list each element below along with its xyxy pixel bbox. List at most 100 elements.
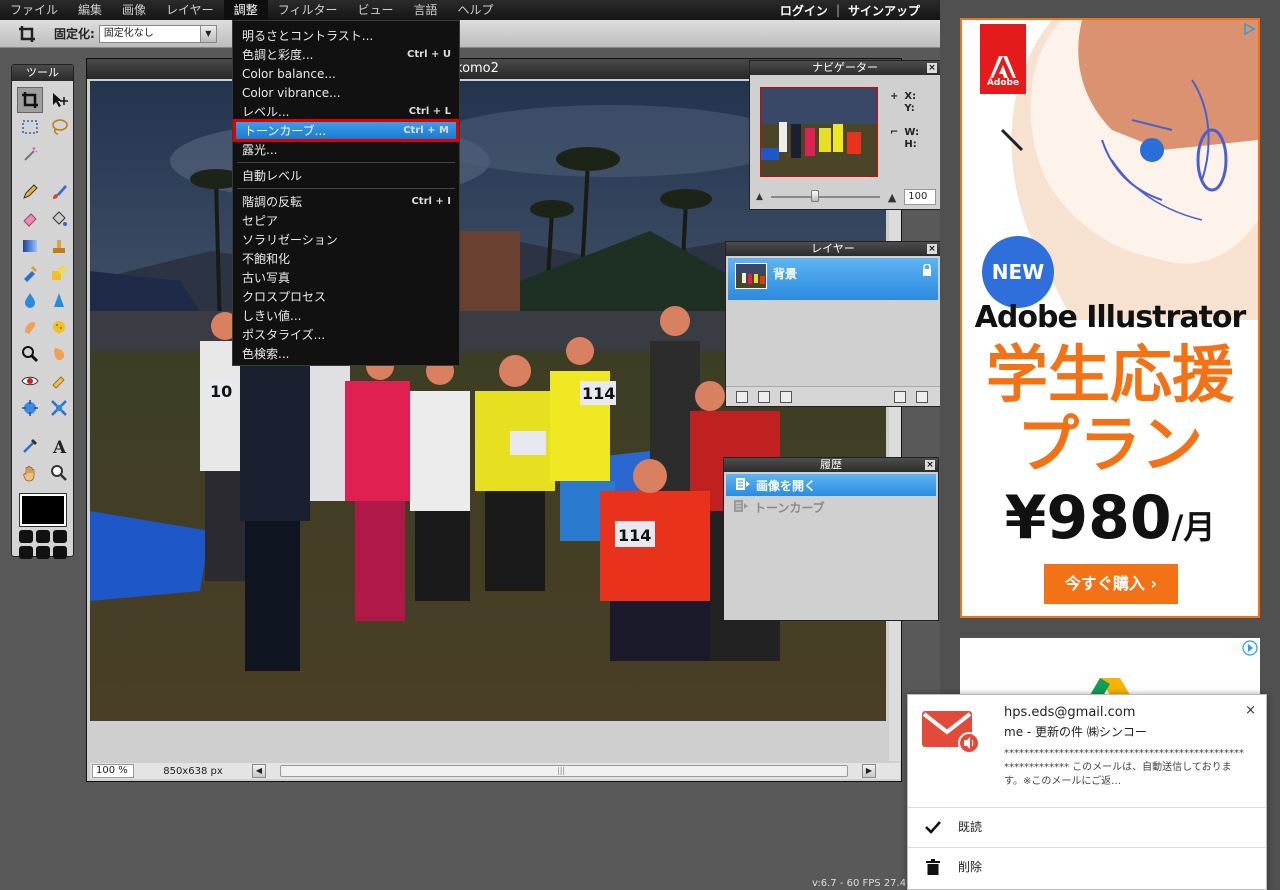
trash-icon[interactable] [916,390,928,403]
sponge-icon[interactable] [46,314,72,340]
zoom-slider[interactable] [770,190,880,202]
layer-settings-icon[interactable] [736,390,748,403]
menu-item-old-photo[interactable]: 古い写真 [233,268,459,287]
spot-heal-icon[interactable] [46,368,72,394]
chevron-down-icon[interactable]: ▼ [199,25,216,42]
color-swatch[interactable] [18,493,67,527]
layers-title[interactable]: レイヤー × [726,242,940,256]
menu-item-solarize[interactable]: ソラリゼーション [233,230,459,249]
sharpen-icon[interactable] [46,287,72,313]
new-layer-icon[interactable] [894,390,906,403]
history-title[interactable]: 履歴 × [724,458,938,472]
zoom-slider-thumb[interactable] [810,190,819,202]
menu-adjust[interactable]: 調整 [223,0,268,20]
drop-icon[interactable] [17,287,43,313]
crop-tool-icon[interactable] [17,87,43,113]
adjust-menu: 明るさとコントラスト... 色調と彩度... Ctrl + U Color bal… [232,20,460,366]
menu-item-curves[interactable]: トーンカーブ... Ctrl + M [233,119,459,142]
close-icon[interactable]: × [927,244,937,254]
close-icon[interactable]: × [927,63,937,73]
shapes-icon[interactable] [46,260,72,286]
hand-icon[interactable] [17,460,43,486]
zoom-input[interactable]: 100 % [92,764,134,778]
bucket-icon[interactable] [46,206,72,232]
stamp-icon[interactable] [46,233,72,259]
replace-color-icon[interactable] [17,260,43,286]
menu-item-hue-saturation[interactable]: 色調と彩度... Ctrl + U [233,45,459,64]
brush-icon[interactable] [46,179,72,205]
marquee-icon[interactable] [17,114,43,140]
eraser-icon[interactable] [17,206,43,232]
bloat-icon[interactable] [17,395,43,421]
ad-headline-1: 学生応援 [985,338,1234,411]
menu-item-brightness-contrast[interactable]: 明るさとコントラスト... [233,26,459,45]
gradient-icon[interactable] [17,233,43,259]
buy-now-button[interactable]: 今すぐ購入 › [1044,564,1178,604]
menu-item-sepia[interactable]: セピア [233,211,459,230]
adchoices-icon[interactable] [1242,22,1256,36]
menu-item-exposure[interactable]: 露光... [233,140,459,159]
eyedropper-icon[interactable] [17,433,43,459]
pinch-icon[interactable] [46,395,72,421]
layer-mask-icon[interactable] [758,390,770,403]
move-icon[interactable] [46,87,72,113]
menu-filter[interactable]: フィルター [268,0,348,20]
signup-link[interactable]: サインアップ [848,2,920,19]
zoom-icon[interactable] [46,460,72,486]
delete-button[interactable]: 削除 [908,847,1266,885]
adchoices-icon[interactable] [1242,640,1258,656]
notification-close-button[interactable]: × [1245,703,1256,718]
smudge-icon[interactable] [17,314,43,340]
menu-item-levels[interactable]: レベル... Ctrl + L [233,102,459,121]
history-item-curves[interactable]: トーンカーブ [724,496,938,518]
menu-item-posterize[interactable]: ポスタライズ... [233,325,459,344]
login-link[interactable]: ログイン [780,2,828,19]
menu-image[interactable]: 画像 [112,0,156,20]
mark-read-button[interactable]: 既読 [908,807,1266,845]
menu-item-auto-levels[interactable]: 自動レベル [233,166,459,185]
crop-icon[interactable] [12,21,42,47]
ad-product: Adobe Illustrator [974,300,1247,335]
menu-item-color-balance[interactable]: Color balance... [233,64,459,83]
layer-row-background[interactable]: 背景 [728,258,938,300]
menu-item-label: トーンカーブ... [244,124,327,138]
dodge-icon[interactable] [46,341,72,367]
menu-item-threshold[interactable]: しきい値... [233,306,459,325]
navigator-title[interactable]: ナビゲーター × [750,61,940,75]
menu-layer[interactable]: レイヤー [156,0,224,20]
menu-file[interactable]: ファイル [0,0,68,20]
scroll-right-icon[interactable]: ▶ [862,764,876,778]
adobe-ad-banner[interactable]: Adobe NEW Adobe Illustrator 学生応援 プラン ¥98… [960,18,1260,618]
pencil-icon[interactable] [17,179,43,205]
history-item-open[interactable]: 画像を開く [726,474,936,496]
zoom-out-icon[interactable]: ▲ [756,192,763,202]
zoom-in-icon[interactable]: ▲ [888,191,896,204]
horizontal-scrollbar[interactable]: ||| [280,765,848,777]
navigator-panel: ナビゲーター × + X: Y: ⌐ W: H: ▲ ▲ 100 [749,60,940,210]
burn-icon[interactable] [17,341,43,367]
menu-item-cross-process[interactable]: クロスプロセス [233,287,459,306]
close-icon[interactable]: × [925,460,935,470]
red-eye-icon[interactable] [17,368,43,394]
lock-icon[interactable] [922,263,932,279]
layer-style-icon[interactable] [780,390,792,403]
menu-language[interactable]: 言語 [403,0,447,20]
layers-panel: レイヤー × 背景 [725,241,940,407]
menu-view[interactable]: ビュー [347,0,403,20]
navigator-zoom-input[interactable]: 100 [904,189,936,205]
menu-item-label: しきい値... [242,309,302,323]
menu-item-invert[interactable]: 階調の反転 Ctrl + I [233,192,459,211]
menu-edit[interactable]: 編集 [68,0,112,20]
menu-item-color-vibrance[interactable]: Color vibrance... [233,83,459,102]
navigator-thumbnail[interactable] [760,87,878,177]
fixed-select[interactable]: 固定化なし ▼ [98,24,217,43]
type-icon[interactable]: A [46,433,72,459]
menu-help[interactable]: ヘルプ [448,0,504,20]
menu-item-desaturate[interactable]: 不飽和化 [233,249,459,268]
magic-wand-icon[interactable] [17,141,43,167]
scroll-left-icon[interactable]: ◀ [252,764,266,778]
size-readout: ⌐ W: H: [890,127,919,151]
gmail-notification[interactable]: × hps.eds@gmail.com me - 更新の件 ㈱シンコー ****… [907,694,1267,890]
lasso-icon[interactable] [46,114,72,140]
menu-item-color-lookup[interactable]: 色検索... [233,344,459,363]
